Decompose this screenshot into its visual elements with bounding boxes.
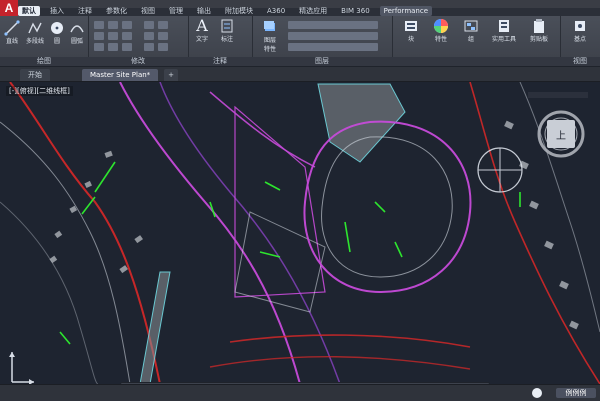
text-icon: A bbox=[196, 16, 208, 35]
tool-label: 多段线 bbox=[25, 38, 44, 45]
chamfer-tool[interactable] bbox=[158, 43, 168, 51]
ribbon-tab-featured-apps[interactable]: 精选应用 bbox=[295, 6, 331, 16]
panel-title-annotation: 注释 bbox=[188, 57, 252, 66]
ribbon-tab-manage[interactable]: 管理 bbox=[165, 6, 187, 16]
autocad-window: A 默认 插入 注释 参数化 视图 管理 输出 附加模块 A360 精选应用 B… bbox=[0, 0, 600, 401]
tool-dimension[interactable]: 标注 bbox=[216, 18, 238, 43]
tool-label: 组 bbox=[467, 36, 474, 43]
tool-circle[interactable]: 圆 bbox=[48, 20, 66, 45]
erase-tool[interactable] bbox=[144, 21, 154, 29]
copy-tool[interactable] bbox=[94, 32, 104, 40]
ribbon-tab-a360[interactable]: A360 bbox=[263, 6, 289, 16]
viewcube-top[interactable]: 上 bbox=[547, 120, 575, 148]
ribbon: 直线 多段线 圆 圆弧 绘图 修改 A 文字 标注 注释 图层 特性 图层 块 … bbox=[0, 16, 600, 67]
layer-toolbar-1[interactable] bbox=[288, 21, 378, 29]
doc-tab-new[interactable]: + bbox=[164, 69, 178, 81]
ribbon-tab-performance[interactable]: Performance bbox=[379, 6, 433, 16]
ucs-icon bbox=[9, 352, 34, 385]
ribbon-tab-parametric[interactable]: 参数化 bbox=[102, 6, 131, 16]
viewport-label[interactable]: [-][俯视][二维线框] bbox=[6, 86, 73, 96]
group-icon bbox=[464, 20, 478, 32]
tool-label: 基点 bbox=[573, 36, 586, 43]
ribbon-tab-addins[interactable]: 附加模块 bbox=[221, 6, 257, 16]
utilities-icon bbox=[499, 20, 509, 32]
rotate-tool[interactable] bbox=[108, 21, 118, 29]
tool-label: 图层 特性 bbox=[263, 37, 276, 53]
panel-annotation: A 文字 标注 注释 bbox=[188, 16, 253, 66]
ribbon-tab-annotate[interactable]: 注释 bbox=[74, 6, 96, 16]
ribbon-tab-bim360[interactable]: BIM 360 bbox=[337, 6, 374, 16]
tool-label: 文字 bbox=[195, 36, 208, 43]
offset-tool[interactable] bbox=[144, 32, 154, 40]
block-icon bbox=[405, 21, 417, 31]
panel-view: 基点 视图 bbox=[560, 16, 600, 66]
layer-properties-icon bbox=[264, 21, 275, 31]
base-point-icon bbox=[575, 21, 585, 31]
layer-toolbar-3[interactable] bbox=[288, 43, 378, 51]
tool-group[interactable]: 组 bbox=[460, 18, 482, 43]
arc-icon bbox=[70, 25, 84, 33]
clipboard-icon bbox=[534, 19, 544, 33]
tool-line[interactable]: 直线 bbox=[3, 20, 21, 45]
ribbon-tab-view[interactable]: 视图 bbox=[137, 6, 159, 16]
ribbon-tab-insert[interactable]: 插入 bbox=[46, 6, 68, 16]
scale-tool[interactable] bbox=[108, 43, 118, 51]
tool-base-point[interactable]: 基点 bbox=[564, 18, 596, 43]
tool-layer-properties[interactable]: 图层 特性 bbox=[258, 19, 282, 53]
viewcube[interactable]: 上 bbox=[535, 108, 587, 160]
tool-polyline[interactable]: 多段线 bbox=[24, 20, 46, 45]
panel-title-modify: 修改 bbox=[88, 57, 188, 66]
panel-misc: 块 特性 组 实用工具 剪贴板 bbox=[392, 16, 561, 66]
array-tool[interactable] bbox=[122, 43, 132, 51]
break-tool[interactable] bbox=[144, 43, 154, 51]
panel-draw: 直线 多段线 圆 圆弧 绘图 bbox=[0, 16, 89, 66]
move-tool[interactable] bbox=[94, 21, 104, 29]
panel-modify: 修改 bbox=[88, 16, 189, 66]
trim-tool[interactable] bbox=[122, 21, 132, 29]
fillet-tool[interactable] bbox=[122, 32, 132, 40]
properties-icon bbox=[434, 19, 448, 33]
layer-toolbar-2[interactable] bbox=[288, 32, 378, 40]
navigation-bar[interactable] bbox=[528, 92, 588, 98]
ribbon-tab-output[interactable]: 输出 bbox=[193, 6, 215, 16]
stretch-tool[interactable] bbox=[94, 43, 104, 51]
panel-layers: 图层 特性 图层 bbox=[252, 16, 393, 66]
site-plan-drawing bbox=[0, 82, 600, 384]
tool-label: 标注 bbox=[220, 36, 233, 43]
status-indicator[interactable] bbox=[532, 388, 542, 398]
dimension-icon bbox=[221, 19, 233, 33]
doc-tab-master-site-plan[interactable]: Master Site Plan* bbox=[82, 69, 159, 81]
status-right-button[interactable]: 例例例 bbox=[556, 388, 596, 398]
tool-clipboard[interactable]: 剪贴板 bbox=[524, 18, 554, 43]
drawing-canvas[interactable] bbox=[0, 82, 600, 384]
panel-title-draw: 绘图 bbox=[0, 57, 88, 66]
panel-title-view: 视图 bbox=[560, 57, 600, 66]
tool-label: 直线 bbox=[5, 38, 18, 45]
tool-arc[interactable]: 圆弧 bbox=[68, 20, 86, 45]
tool-label: 圆弧 bbox=[70, 38, 83, 45]
doc-tab-start[interactable]: 开始 bbox=[20, 69, 50, 81]
panel-title-layers: 图层 bbox=[252, 57, 392, 66]
tool-label: 块 bbox=[407, 36, 414, 43]
status-bar: 例例例 bbox=[0, 384, 600, 401]
tool-label: 特性 bbox=[434, 36, 447, 43]
tool-utilities[interactable]: 实用工具 bbox=[488, 18, 520, 43]
line-icon bbox=[4, 20, 20, 36]
tool-label: 圆 bbox=[53, 38, 60, 45]
tool-properties[interactable]: 特性 bbox=[428, 18, 454, 43]
polyline-icon bbox=[28, 22, 42, 34]
ribbon-tab-default[interactable]: 默认 bbox=[18, 6, 40, 16]
circle-icon bbox=[51, 22, 63, 34]
tool-text[interactable]: A 文字 bbox=[191, 16, 213, 44]
panel-title-misc bbox=[392, 57, 560, 66]
explode-tool[interactable] bbox=[158, 21, 168, 29]
mirror-tool[interactable] bbox=[108, 32, 118, 40]
application-menu-logo[interactable]: A bbox=[0, 0, 18, 16]
tool-label: 剪贴板 bbox=[529, 36, 548, 43]
document-tab-bar: 开始 Master Site Plan* + bbox=[0, 67, 600, 82]
tool-block[interactable]: 块 bbox=[398, 18, 424, 43]
tool-label: 实用工具 bbox=[491, 36, 516, 43]
ribbon-tab-bar: 默认 插入 注释 参数化 视图 管理 输出 附加模块 A360 精选应用 BIM… bbox=[18, 6, 600, 16]
join-tool[interactable] bbox=[158, 32, 168, 40]
